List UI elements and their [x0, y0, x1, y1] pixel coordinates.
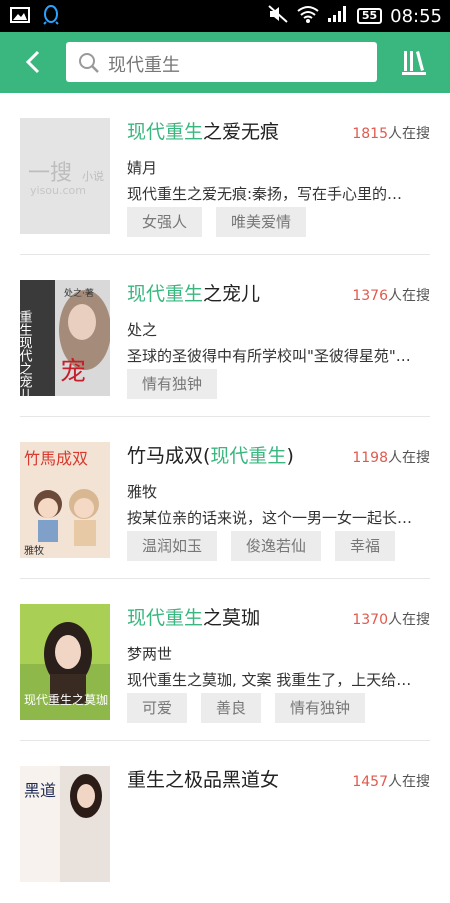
wifi-icon: [297, 5, 319, 27]
tag-list: 可爱 善良 情有独钟: [127, 693, 366, 723]
search-count: 1376人在搜: [352, 288, 430, 304]
book-author: 处之: [127, 321, 158, 339]
tag-list: 女强人 唯美爱情: [127, 207, 307, 237]
search-count: 1370人在搜: [352, 612, 430, 628]
battery-icon: 55: [356, 8, 383, 24]
mute-icon: [267, 4, 289, 28]
cover-text: 一搜: [28, 161, 72, 186]
search-input[interactable]: 现代重生: [66, 42, 377, 82]
book-title[interactable]: 现代重生之宠儿: [127, 279, 260, 306]
book-description: 按某位亲的话来说，这个一男一女一起长…: [127, 509, 413, 527]
bookshelf-icon: [402, 51, 426, 75]
search-icon: [78, 52, 100, 78]
tag-list: 情有独钟: [127, 369, 218, 399]
list-item[interactable]: 重生现代之宠儿 宠 处之·著 现代重生之宠儿 1376人在搜 处之 圣球的圣彼得…: [0, 255, 450, 417]
book-cover: 一搜 小说 yisou.com: [20, 118, 110, 234]
book-cover: 竹馬成双 雅牧: [20, 442, 110, 558]
book-cover: 黑道: [20, 766, 110, 882]
chevron-left-icon: [25, 50, 40, 74]
tag[interactable]: 善良: [201, 693, 262, 723]
qq-icon: [42, 5, 60, 29]
tag[interactable]: 女强人: [127, 207, 203, 237]
svg-text:yisou.com: yisou.com: [30, 184, 86, 197]
clock: 08:55: [390, 5, 442, 27]
search-header: 现代重生: [0, 32, 450, 93]
cover-text: 现代重生之莫珈: [24, 693, 108, 707]
book-description: 现代重生之莫珈, 文案 我重生了，上天给…: [127, 671, 412, 689]
search-result-list: 一搜 小说 yisou.com 现代重生之爱无痕 1815人在搜 婧月 现代重生…: [0, 93, 450, 903]
book-cover: 现代重生之莫珈: [20, 604, 110, 720]
tag[interactable]: 温润如玉: [127, 531, 218, 561]
tag-list: 温润如玉 俊逸若仙 幸福: [127, 531, 396, 561]
image-icon: [10, 7, 30, 27]
status-bar: 55 08:55: [0, 0, 450, 32]
list-item[interactable]: 竹馬成双 雅牧 竹马成双(现代重生) 1198人在搜 雅牧 按某位亲的话来说，这…: [0, 417, 450, 579]
tag[interactable]: 幸福: [335, 531, 396, 561]
search-query-text: 现代重生: [108, 55, 180, 76]
svg-text:雅牧: 雅牧: [24, 544, 44, 557]
book-author: 雅牧: [127, 483, 158, 501]
back-button[interactable]: [18, 46, 50, 78]
book-author: 婧月: [127, 159, 158, 177]
book-title[interactable]: 现代重生之莫珈: [127, 603, 260, 630]
signal-icon: [327, 5, 349, 27]
tag[interactable]: 可爱: [127, 693, 188, 723]
list-item[interactable]: 现代重生之莫珈 现代重生之莫珈 1370人在搜 梦两世 现代重生之莫珈, 文案 …: [0, 579, 450, 741]
book-author: 梦两世: [127, 645, 173, 663]
svg-text:宠: 宠: [60, 357, 86, 387]
svg-text:小说: 小说: [82, 169, 104, 183]
cover-text: 黑道: [24, 781, 56, 800]
book-title[interactable]: 竹马成双(现代重生): [127, 441, 294, 468]
list-item[interactable]: 黑道 重生之极品黑道女 1457人在搜: [0, 741, 450, 903]
tag[interactable]: 情有独钟: [275, 693, 366, 723]
book-title[interactable]: 重生之极品黑道女: [127, 765, 279, 792]
cover-text: 重生现代之宠儿: [20, 309, 32, 396]
search-count: 1815人在搜: [352, 126, 430, 142]
book-description: 圣球的圣彼得中有所学校叫"圣彼得星苑"…: [127, 347, 411, 365]
tag[interactable]: 俊逸若仙: [231, 531, 322, 561]
book-title[interactable]: 现代重生之爱无痕: [127, 117, 279, 144]
cover-text: 竹馬成双: [24, 449, 88, 468]
svg-text:处之·著: 处之·著: [64, 287, 94, 299]
tag[interactable]: 唯美爱情: [216, 207, 307, 237]
search-count: 1457人在搜: [352, 774, 430, 790]
book-cover: 重生现代之宠儿 宠 处之·著: [20, 280, 110, 396]
list-item[interactable]: 一搜 小说 yisou.com 现代重生之爱无痕 1815人在搜 婧月 现代重生…: [0, 93, 450, 255]
tag[interactable]: 情有独钟: [127, 369, 218, 399]
bookshelf-button[interactable]: [398, 46, 430, 78]
search-count: 1198人在搜: [352, 450, 430, 466]
book-description: 现代重生之爱无痕:秦扬，写在手心里的…: [127, 185, 403, 203]
